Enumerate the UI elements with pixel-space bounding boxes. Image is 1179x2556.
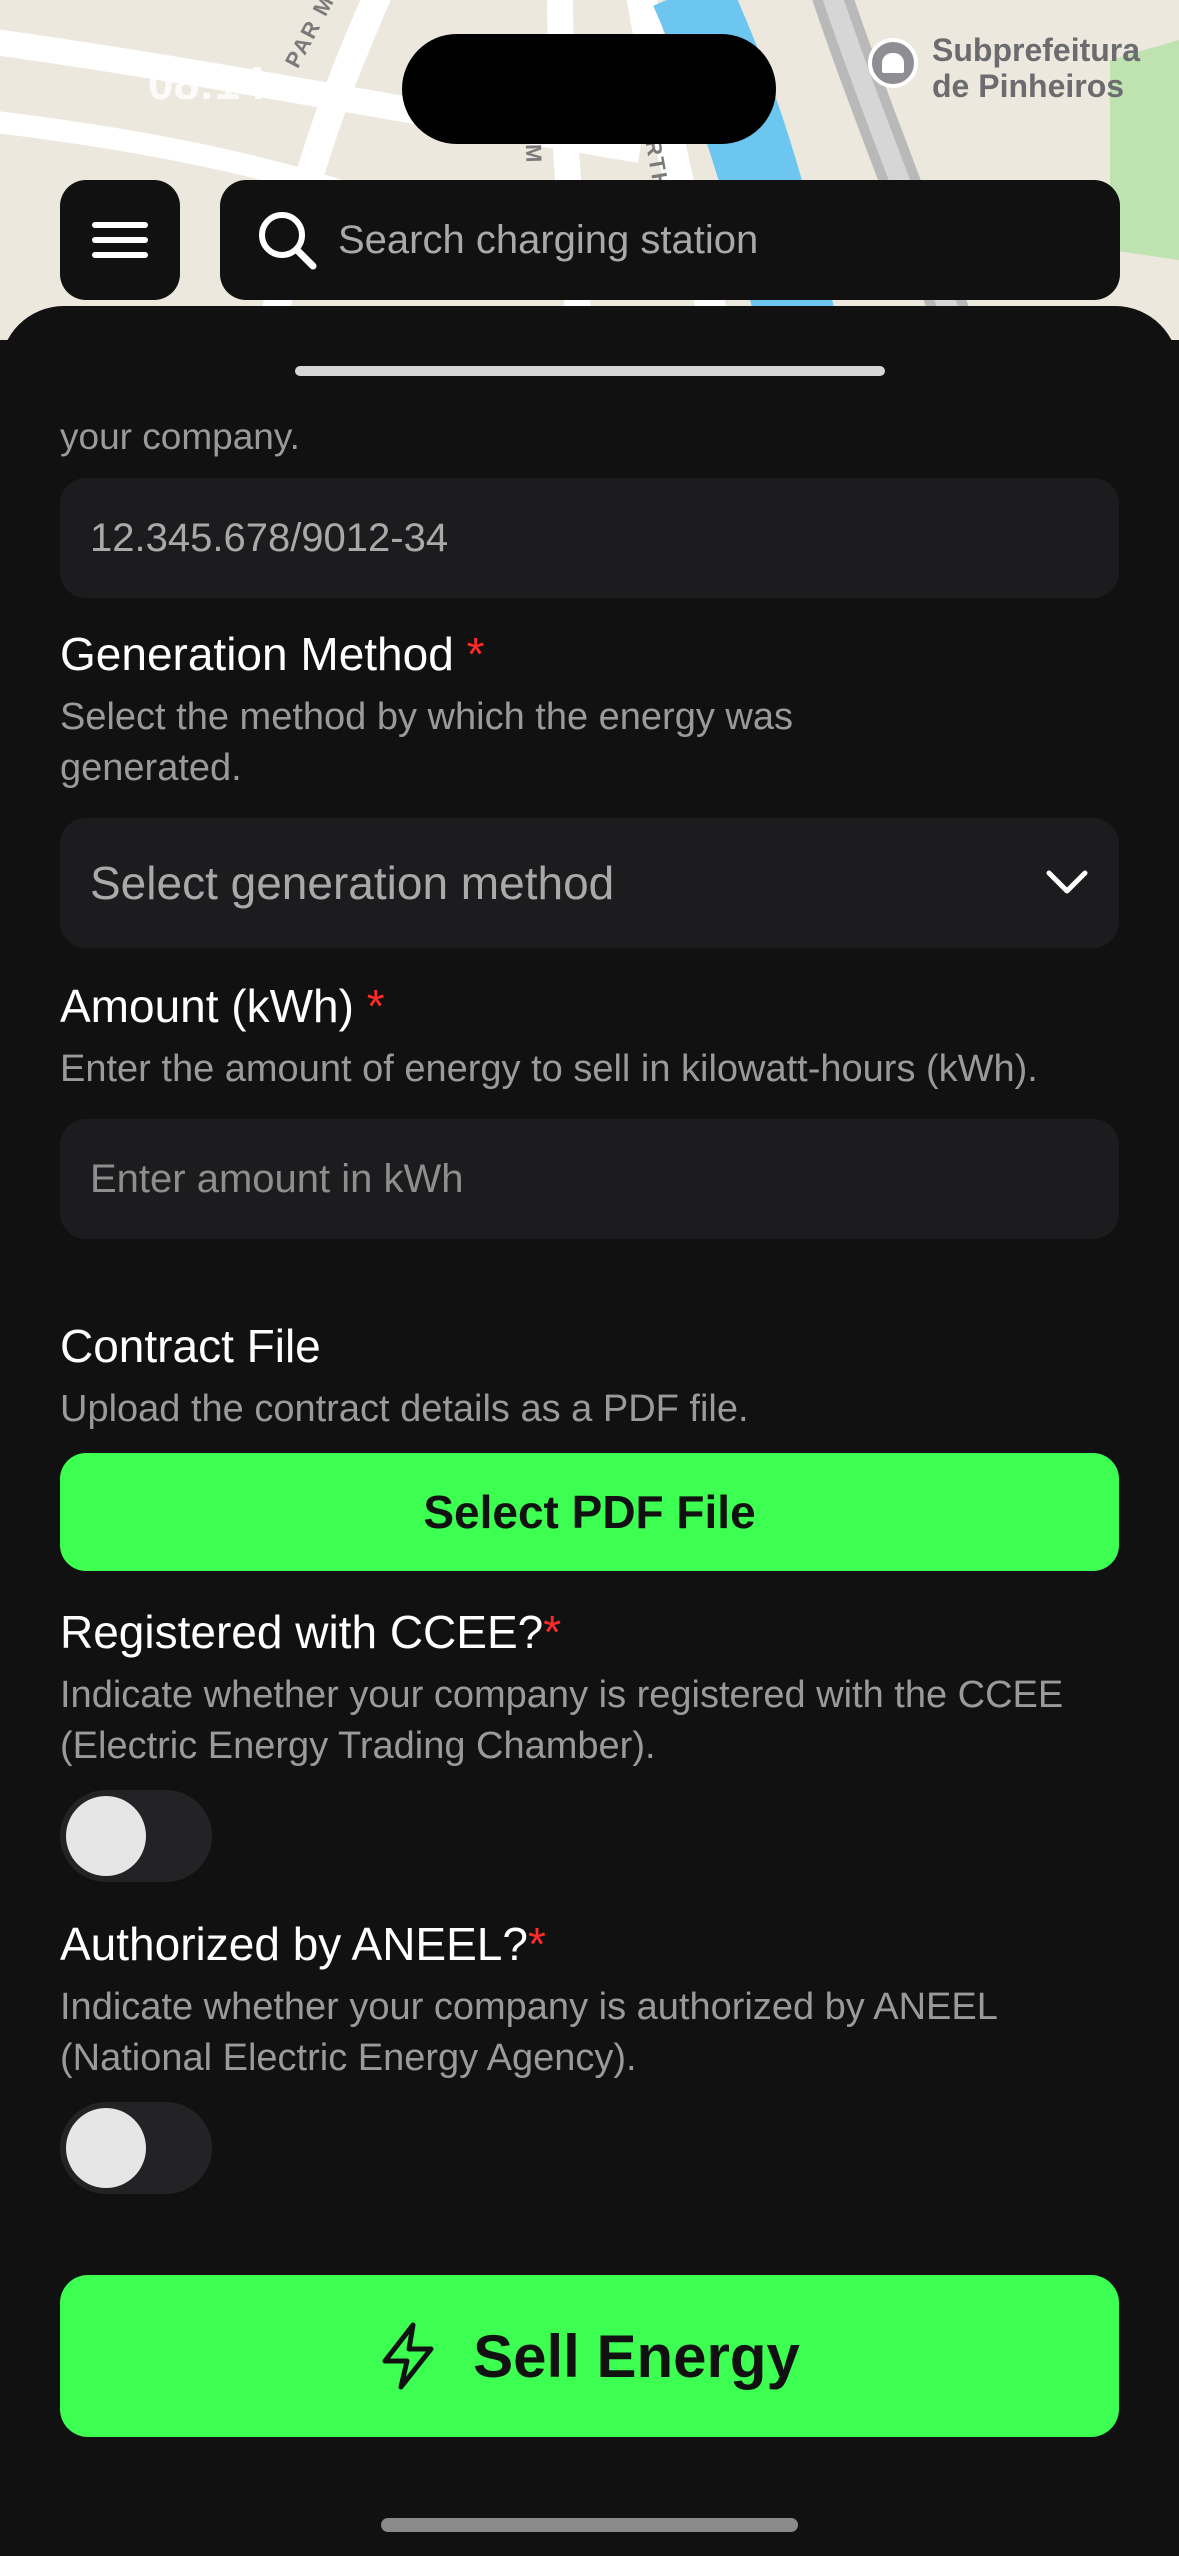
dynamic-island (402, 34, 776, 144)
generation-method-field: Generation Method * Select the method by… (60, 628, 1119, 948)
required-marker: * (527, 1918, 546, 1970)
aneel-field: Authorized by ANEEL?* Indicate whether y… (60, 1918, 1119, 2194)
sheet-grabber[interactable] (295, 366, 885, 376)
hamburger-icon (92, 222, 148, 258)
generation-method-label: Generation Method (60, 628, 454, 680)
ccee-label: Registered with CCEE? (60, 1606, 544, 1658)
generation-method-select[interactable]: Select generation method (60, 818, 1119, 948)
aneel-description: Indicate whether your company is authori… (60, 1986, 997, 2079)
toggle-knob (66, 1796, 146, 1876)
amount-label: Amount (kWh) (60, 980, 354, 1032)
search-input[interactable] (338, 217, 1038, 263)
aneel-label: Authorized by ANEEL? (60, 1918, 528, 1970)
place-name-line1: Subprefeitura (932, 32, 1141, 68)
amount-field: Amount (kWh) * Enter the amount of energ… (60, 980, 1119, 1239)
home-indicator[interactable] (381, 2518, 798, 2532)
generation-method-placeholder: Select generation method (90, 857, 615, 909)
select-pdf-button[interactable]: Select PDF File (60, 1453, 1119, 1571)
ccee-description: Indicate whether your company is registe… (60, 1674, 1064, 1767)
required-marker: * (543, 1606, 562, 1658)
lightning-bolt-icon (382, 2322, 434, 2390)
status-time: 08:14 (148, 57, 266, 109)
amount-input[interactable] (60, 1119, 1119, 1239)
cnpj-field (60, 478, 1119, 598)
required-marker: * (366, 980, 385, 1032)
required-marker: * (466, 628, 485, 680)
map-place-marker[interactable]: Subprefeitura de Pinheiros (868, 32, 1140, 104)
sell-energy-label: Sell Energy (473, 2322, 800, 2390)
contract-file-description: Upload the contract details as a PDF fil… (60, 1388, 749, 1430)
search-bar[interactable] (220, 180, 1120, 300)
toggle-knob (66, 2108, 146, 2188)
generation-method-description: Select the method by which the energy wa… (60, 696, 793, 789)
contract-file-label: Contract File (60, 1320, 321, 1372)
field-description: your company. (60, 416, 300, 457)
cnpj-input[interactable] (60, 478, 1119, 598)
contract-file-field: Contract File Upload the contract detail… (60, 1320, 1119, 1571)
search-icon (259, 212, 317, 270)
menu-button[interactable] (60, 180, 180, 300)
amount-description: Enter the amount of energy to sell in ki… (60, 1048, 1038, 1090)
place-name-line2: de Pinheiros (932, 68, 1125, 104)
sell-energy-sheet: your company. Generation Method * Select… (0, 306, 1179, 2556)
ccee-field: Registered with CCEE?* Indicate whether … (60, 1606, 1119, 1882)
aneel-toggle[interactable] (60, 2102, 212, 2194)
ccee-toggle[interactable] (60, 1790, 212, 1882)
chevron-down-icon (1046, 870, 1088, 894)
landmark-icon (868, 38, 918, 88)
sell-energy-button[interactable]: Sell Energy (60, 2275, 1119, 2437)
